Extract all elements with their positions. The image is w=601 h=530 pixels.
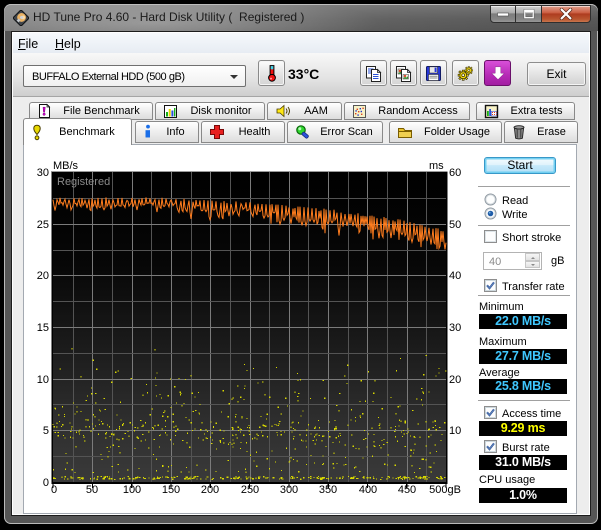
svg-text:Registered: Registered: [57, 176, 110, 188]
